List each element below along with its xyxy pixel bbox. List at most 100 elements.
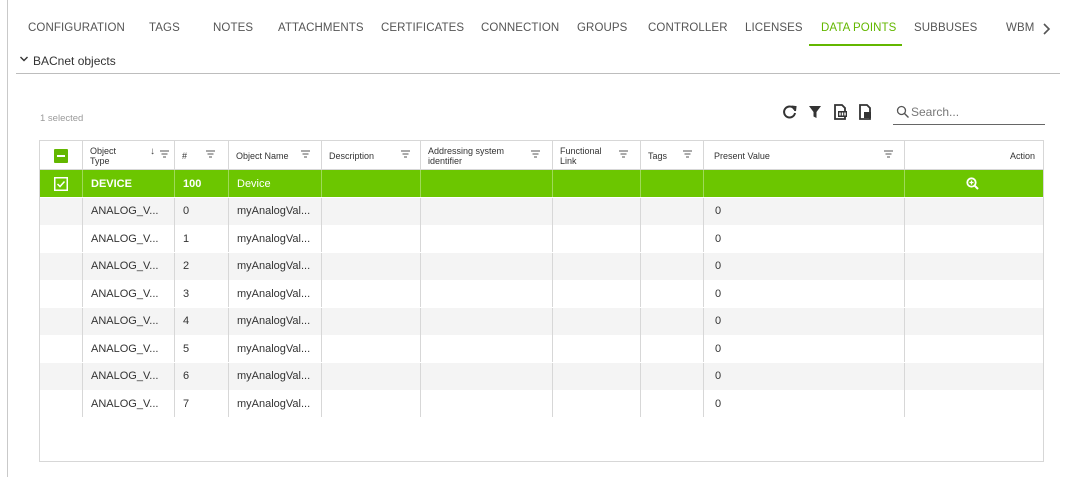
- header-object-name[interactable]: Object Name: [229, 141, 322, 170]
- cell-action: [905, 253, 1043, 280]
- present-value-text: 0: [715, 205, 722, 217]
- checked-checkbox-icon[interactable]: [54, 176, 68, 191]
- cell-object-type: ANALOG_V...: [83, 197, 175, 225]
- filter-lines-icon[interactable]: [401, 150, 410, 158]
- tab-tags[interactable]: TAGS: [149, 22, 180, 34]
- tab-bar: CONFIGURATION TAGS NOTES ATTACHMENTS CER…: [24, 0, 1064, 48]
- cell-object-type: ANALOG_V...: [83, 252, 175, 280]
- table-row[interactable]: ANALOG_V... 1 myAnalogVal... 0: [40, 225, 1043, 252]
- header-functional-link[interactable]: Functional Link: [553, 141, 641, 170]
- export-csv-icon[interactable]: [831, 103, 849, 121]
- present-value-text: 0: [715, 315, 722, 327]
- refresh-icon[interactable]: [781, 103, 799, 121]
- filter-lines-icon[interactable]: [683, 150, 692, 158]
- table-row[interactable]: ANALOG_V... 3 myAnalogVal... 0: [40, 280, 1043, 307]
- cell-functional-link: [553, 280, 641, 307]
- row-checkbox-cell[interactable]: [40, 170, 83, 197]
- cell-object-type: DEVICE: [83, 170, 175, 197]
- cell-object-type: ANALOG_V...: [83, 390, 175, 417]
- tab-attachments[interactable]: ATTACHMENTS: [278, 22, 364, 34]
- tab-configuration[interactable]: CONFIGURATION: [28, 22, 125, 34]
- export-file-icon[interactable]: [856, 103, 874, 121]
- object-type-text: ANALOG_V...: [91, 397, 159, 410]
- filter-lines-icon[interactable]: [884, 150, 893, 158]
- header-select-all[interactable]: [40, 141, 83, 170]
- tab-notes[interactable]: NOTES: [213, 22, 253, 34]
- cell-description: [322, 280, 421, 307]
- zoom-in-icon[interactable]: [966, 177, 979, 190]
- cell-present-value: 0: [704, 307, 905, 335]
- object-type-text: ANALOG_V...: [91, 342, 159, 355]
- cell-object-type: ANALOG_V...: [83, 362, 175, 390]
- header-label: #: [182, 150, 188, 161]
- object-type-text: ANALOG_V...: [91, 205, 159, 217]
- window-left-border: [7, 0, 8, 477]
- search-box: [893, 103, 1045, 125]
- header-label: Functional Link: [560, 145, 602, 166]
- filter-lines-icon[interactable]: [301, 150, 310, 158]
- cell-object-name: myAnalogVal...: [229, 362, 322, 390]
- section-toggle-bacnet-objects[interactable]: BACnet objects: [18, 53, 116, 69]
- cell-number: 4: [175, 307, 229, 335]
- tab-subbuses[interactable]: SUBBUSES: [914, 22, 977, 34]
- table-row[interactable]: ANALOG_V... 7 myAnalogVal... 0: [40, 390, 1043, 417]
- number-text: 5: [183, 342, 190, 355]
- table-row[interactable]: ANALOG_V... 2 myAnalogVal... 0: [40, 252, 1043, 280]
- tab-groups[interactable]: GROUPS: [577, 22, 627, 34]
- partial-checkbox-icon[interactable]: [54, 148, 68, 163]
- table-row[interactable]: ANALOG_V... 5 myAnalogVal... 0: [40, 335, 1043, 362]
- header-label: Tags: [648, 150, 668, 161]
- header-description[interactable]: Description: [322, 141, 421, 170]
- tab-connection[interactable]: CONNECTION: [481, 22, 559, 34]
- tab-licenses[interactable]: LICENSES: [745, 22, 803, 34]
- tab-certificates[interactable]: CERTIFICATES: [381, 22, 464, 34]
- cell-addressing-system-identifier: [421, 390, 553, 417]
- number-text: 4: [183, 315, 190, 327]
- chevron-right-icon[interactable]: [1039, 19, 1055, 39]
- object-name-text: myAnalogVal...: [237, 342, 311, 355]
- row-checkbox-cell: [40, 225, 83, 252]
- table-row[interactable]: ANALOG_V... 6 myAnalogVal... 0: [40, 362, 1043, 390]
- search-input[interactable]: [911, 103, 1039, 121]
- tab-wbm[interactable]: WBM: [1006, 22, 1034, 34]
- cell-object-name: myAnalogVal...: [229, 252, 322, 280]
- number-text: 6: [183, 370, 190, 382]
- tab-data-points[interactable]: DATA POINTS: [821, 22, 896, 34]
- filter-lines-icon[interactable]: [160, 150, 169, 158]
- object-name-text: myAnalogVal...: [237, 287, 311, 300]
- header-object-type[interactable]: Object Type ↓: [83, 141, 175, 170]
- cell-description: [322, 197, 421, 225]
- cell-object-name: myAnalogVal...: [229, 280, 322, 307]
- table-row-selected[interactable]: DEVICE 100 Device: [40, 170, 1043, 197]
- cell-number: 7: [175, 390, 229, 417]
- cell-description: [322, 170, 421, 197]
- filter-lines-icon[interactable]: [206, 150, 215, 158]
- number-text: 7: [183, 397, 190, 410]
- cell-functional-link: [553, 335, 641, 362]
- header-addressing-system-identifier[interactable]: Addressing system identifier: [421, 141, 553, 170]
- table-row[interactable]: ANALOG_V... 0 myAnalogVal... 0: [40, 197, 1043, 225]
- present-value-text: 0: [715, 397, 722, 410]
- header-present-value[interactable]: Present Value: [704, 141, 905, 170]
- tab-controller[interactable]: CONTROLLER: [648, 22, 728, 34]
- cell-functional-link: [553, 197, 641, 225]
- header-tags[interactable]: Tags: [641, 141, 704, 170]
- sort-descending-icon[interactable]: ↓: [150, 147, 155, 157]
- number-text: 1: [183, 232, 190, 245]
- cell-present-value: 0: [704, 197, 905, 225]
- table-row[interactable]: ANALOG_V... 4 myAnalogVal... 0: [40, 307, 1043, 335]
- object-type-text: DEVICE: [91, 177, 132, 190]
- cell-description: [322, 362, 421, 390]
- cell-action[interactable]: [905, 170, 1043, 197]
- row-checkbox-cell: [40, 252, 83, 280]
- section-title: BACnet objects: [33, 54, 116, 68]
- cell-tags: [641, 390, 704, 417]
- search-icon: [896, 105, 910, 119]
- cell-present-value: 0: [704, 225, 905, 252]
- cell-object-name: Device: [229, 170, 322, 197]
- filter-lines-icon[interactable]: [619, 150, 628, 158]
- header-number[interactable]: #: [175, 141, 229, 170]
- filter-icon[interactable]: [806, 103, 824, 121]
- cell-functional-link: [553, 307, 641, 335]
- filter-lines-icon[interactable]: [531, 150, 540, 158]
